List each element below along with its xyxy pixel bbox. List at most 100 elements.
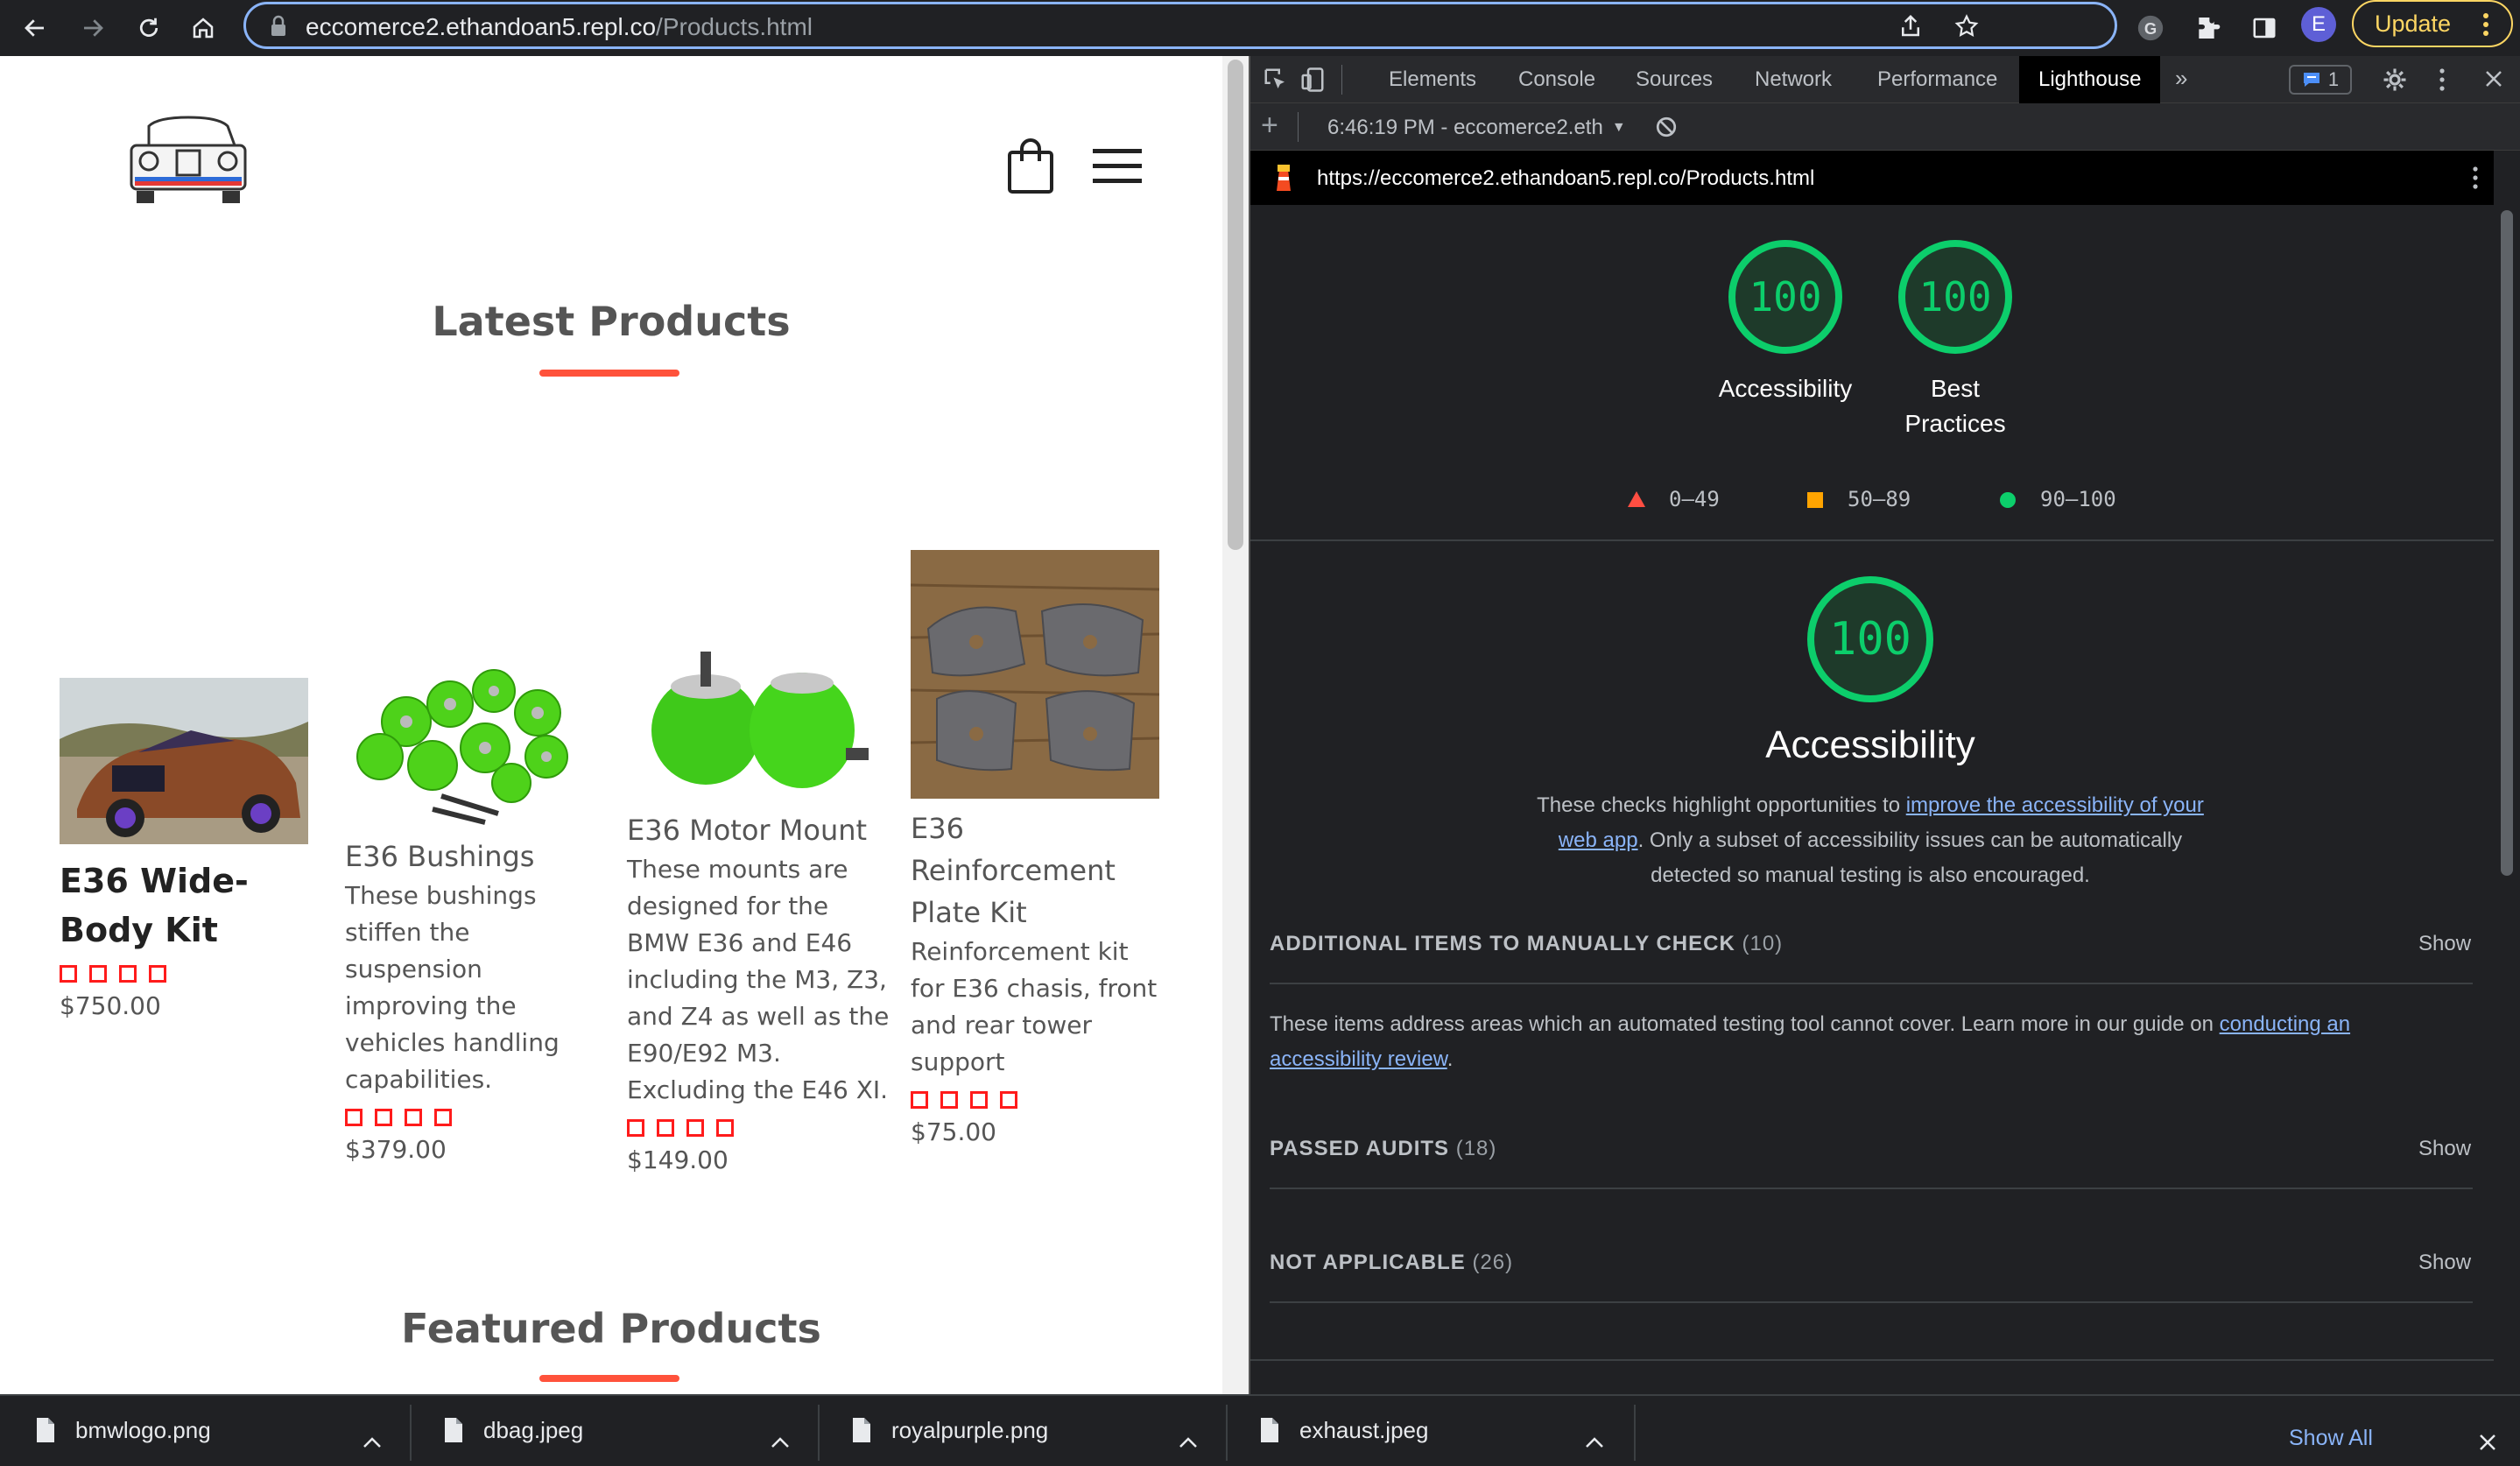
- manual-check-group-title[interactable]: ADDITIONAL ITEMS TO MANUALLY CHECK (10): [1270, 932, 1783, 956]
- best-practices-score-gauge[interactable]: 100: [1898, 240, 2012, 354]
- device-toolbar-icon[interactable]: [1299, 67, 1326, 93]
- show-passed-audits-button[interactable]: Show: [2418, 1137, 2471, 1161]
- report-scrollbar-thumb[interactable]: [2501, 210, 2513, 876]
- chevron-up-icon[interactable]: [1179, 1436, 1198, 1448]
- product-card[interactable]: E36 Reinforcement Plate Kit Reinforcemen…: [911, 550, 1173, 1146]
- star-icon: [627, 1119, 644, 1137]
- address-bar[interactable]: eccomerce2.ethandoan5.repl.co/Products.h…: [243, 2, 2117, 49]
- download-item[interactable]: dbag.jpeg: [443, 1394, 583, 1466]
- group-count: (26): [1472, 1251, 1514, 1274]
- description-text: These checks highlight opportunities to: [1537, 793, 1906, 817]
- tab-lighthouse[interactable]: Lighthouse: [2019, 56, 2161, 103]
- group-title-text: ADDITIONAL ITEMS TO MANUALLY CHECK: [1270, 932, 1735, 955]
- product-card[interactable]: E36 Wide-Body Kit $750.00: [60, 678, 322, 1020]
- star-icon: [716, 1119, 734, 1137]
- profile-avatar[interactable]: E: [2301, 7, 2336, 42]
- more-options-icon[interactable]: [2438, 67, 2446, 93]
- star-icon: [940, 1091, 958, 1109]
- legend-pass: 90–100: [2040, 487, 2116, 511]
- shopping-bag-icon[interactable]: [1007, 137, 1054, 194]
- clear-reports-icon[interactable]: [1655, 116, 1678, 138]
- update-button[interactable]: Update: [2352, 0, 2513, 47]
- close-download-shelf-icon[interactable]: [2478, 1433, 2497, 1452]
- issues-button[interactable]: 1: [2289, 65, 2352, 95]
- accessibility-score-label: Accessibility: [1718, 375, 1853, 402]
- accessibility-score-gauge[interactable]: 100: [1728, 240, 1842, 354]
- product-card[interactable]: E36 Bushings These bushings stiffen the …: [345, 643, 608, 1164]
- lighthouse-toolbar: + 6:46:19 PM - eccomerce2.eth ▼: [1250, 103, 2520, 151]
- menu-dots-icon: [2483, 13, 2488, 36]
- extensions-button[interactable]: [2187, 7, 2229, 49]
- forward-button[interactable]: [72, 7, 114, 49]
- extension-grammarly-button[interactable]: G: [2129, 7, 2172, 49]
- group-title-text: PASSED AUDITS: [1270, 1137, 1450, 1160]
- report-selector[interactable]: 6:46:19 PM - eccomerce2.eth ▼: [1327, 116, 1626, 140]
- share-icon[interactable]: [1897, 13, 1924, 39]
- bookmark-star-icon[interactable]: [1953, 13, 1980, 39]
- download-item[interactable]: bmwlogo.png: [35, 1394, 211, 1466]
- tab-console[interactable]: Console: [1499, 56, 1615, 103]
- file-icon: [1261, 1418, 1278, 1442]
- issues-count: 1: [2327, 68, 2340, 90]
- chevron-up-icon[interactable]: [1585, 1436, 1604, 1448]
- devtools-tabbar: Elements Console Sources Network Perform…: [1250, 56, 2520, 103]
- group-divider: [1270, 983, 2473, 984]
- show-manual-checks-button[interactable]: Show: [2418, 932, 2471, 956]
- section-divider: [1250, 539, 2494, 541]
- product-description: Reinforcement kit for E36 chasis, front …: [911, 937, 1158, 1076]
- product-card[interactable]: E36 Motor Mount These mounts are designe…: [627, 625, 890, 1174]
- star-icon: [119, 965, 137, 983]
- settings-gear-icon[interactable]: [2382, 67, 2408, 93]
- star-icon: [345, 1109, 363, 1126]
- side-panel-button[interactable]: [2243, 7, 2285, 49]
- product-price: $379.00: [345, 1135, 447, 1164]
- passed-audits-group-title[interactable]: PASSED AUDITS (18): [1270, 1137, 1496, 1161]
- product-image-motor-mount[interactable]: [627, 625, 876, 800]
- website-viewport: Latest Products E36 Wide-Body Kit $750.0…: [0, 56, 1222, 1394]
- download-item[interactable]: royalpurple.png: [851, 1394, 1048, 1466]
- star-icon: [375, 1109, 392, 1126]
- hamburger-menu-icon[interactable]: [1093, 147, 1142, 186]
- car-logo[interactable]: [123, 110, 254, 207]
- category-description: These checks highlight opportunities to …: [1520, 788, 2221, 893]
- reload-icon: [139, 18, 158, 37]
- group-count: (10): [1742, 932, 1784, 955]
- more-tabs-chevron-icon[interactable]: »: [2175, 65, 2187, 92]
- close-devtools-icon[interactable]: [2483, 68, 2504, 89]
- product-image-widebody[interactable]: [60, 678, 308, 844]
- tab-elements[interactable]: Elements: [1369, 56, 1496, 103]
- home-icon: [193, 18, 214, 39]
- toolbar-divider: [1341, 65, 1342, 95]
- product-image-bushings[interactable]: [345, 643, 590, 827]
- download-separator: [410, 1405, 412, 1461]
- new-report-plus-icon[interactable]: +: [1261, 109, 1278, 143]
- download-item[interactable]: exhaust.jpeg: [1259, 1394, 1428, 1466]
- star-icon: [911, 1091, 928, 1109]
- tab-performance[interactable]: Performance: [1858, 56, 2017, 103]
- home-button[interactable]: [182, 7, 224, 49]
- star-icon: [686, 1119, 704, 1137]
- report-menu-icon[interactable]: [2471, 165, 2480, 191]
- reload-button[interactable]: [128, 7, 170, 49]
- back-arrow-icon: [25, 19, 44, 37]
- download-filename: royalpurple.png: [891, 1416, 1049, 1443]
- show-not-applicable-button[interactable]: Show: [2418, 1251, 2471, 1275]
- featured-products-title: Featured Products: [401, 1305, 821, 1352]
- star-icon: [434, 1109, 452, 1126]
- product-name: E36 Bushings: [345, 840, 535, 873]
- manual-text: These items address areas which an autom…: [1270, 1012, 2220, 1036]
- fail-triangle-icon: [1628, 491, 1645, 507]
- chevron-up-icon[interactable]: [771, 1436, 790, 1448]
- show-all-downloads-button[interactable]: Show All: [2289, 1426, 2373, 1451]
- tab-network[interactable]: Network: [1735, 56, 1851, 103]
- product-image-reinforcement-plates[interactable]: [911, 550, 1159, 799]
- rating-stars: [627, 1119, 890, 1137]
- tab-sources[interactable]: Sources: [1616, 56, 1732, 103]
- chevron-up-icon[interactable]: [363, 1436, 382, 1448]
- inspect-element-icon[interactable]: [1263, 67, 1289, 93]
- not-applicable-group-title[interactable]: NOT APPLICABLE (26): [1270, 1251, 1513, 1275]
- category-title: Accessibility: [1765, 723, 1975, 766]
- back-button[interactable]: [14, 7, 56, 49]
- page-scrollbar-thumb[interactable]: [1228, 60, 1243, 550]
- toolbar-divider: [1298, 112, 1299, 142]
